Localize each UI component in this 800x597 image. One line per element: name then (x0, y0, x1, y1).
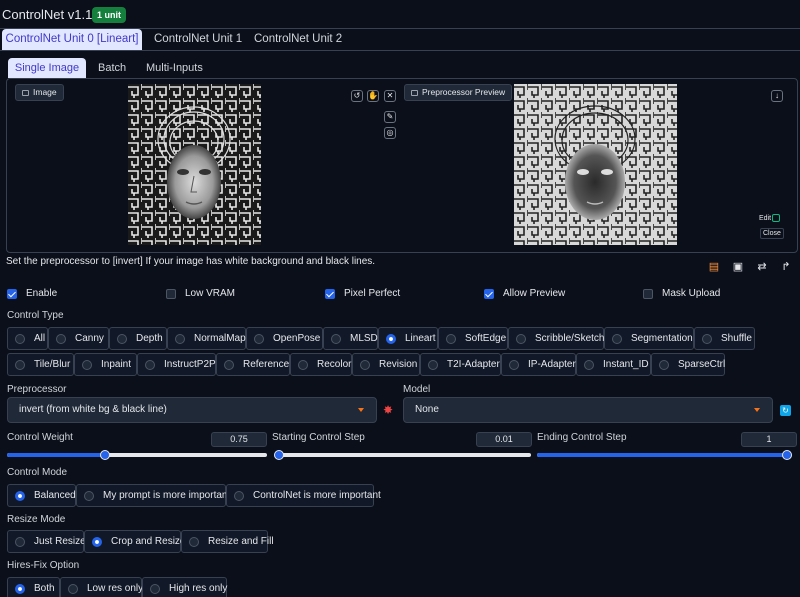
preprocessor-preview-image (514, 84, 677, 245)
control-type-scribble[interactable]: Scribble/Sketch (508, 327, 604, 350)
tab-single-image[interactable]: Single Image (8, 58, 86, 78)
pixel-perfect-checkbox[interactable]: Pixel Perfect (325, 288, 400, 300)
model-label: Model (403, 384, 431, 395)
edit-button[interactable]: Edit (759, 214, 781, 222)
input-image[interactable] (128, 84, 261, 245)
control-type-instant-id[interactable]: Instant_ID (576, 353, 651, 376)
tab-unit-1[interactable]: ControlNet Unit 1 (154, 29, 242, 50)
slider-thumb[interactable] (100, 450, 110, 460)
control-type-segmentation[interactable]: Segmentation (604, 327, 694, 350)
image-icon (22, 89, 29, 96)
control-type-revision[interactable]: Revision (352, 353, 420, 376)
control-type-depth[interactable]: Depth (109, 327, 167, 350)
preprocessor-dropdown[interactable]: invert (from white bg & black line) (7, 397, 377, 423)
hires-fix-high-res[interactable]: High res only (142, 577, 227, 597)
control-type-ip-adapter[interactable]: IP-Adapter (501, 353, 576, 376)
control-type-lineart[interactable]: Lineart (378, 327, 438, 350)
control-type-all[interactable]: All (7, 327, 48, 350)
control-weight-slider[interactable] (7, 450, 267, 460)
hand-icon[interactable]: ✋ (367, 90, 379, 102)
resize-mode-resize-and-fill[interactable]: Resize and Fill (181, 530, 274, 553)
refresh-models-icon[interactable]: ↻ (780, 405, 791, 416)
chevron-down-icon (754, 408, 760, 412)
control-mode-controlnet[interactable]: ControlNet is more important (226, 484, 381, 507)
close-icon[interactable]: ✕ (384, 90, 396, 102)
control-type-normalmap[interactable]: NormalMap (167, 327, 246, 350)
mask-upload-checkbox[interactable]: Mask Upload (643, 288, 720, 300)
control-type-tile-blur[interactable]: Tile/Blur (7, 353, 74, 376)
hires-fix-label: Hires-Fix Option (7, 560, 80, 571)
starting-step-label: Starting Control Step (272, 432, 365, 443)
hires-fix-low-res[interactable]: Low res only (60, 577, 143, 597)
unit-tabs-divider (0, 50, 800, 51)
hires-fix-both[interactable]: Both (7, 577, 60, 597)
ending-step-slider[interactable] (537, 450, 792, 460)
resize-mode-crop-and-resize[interactable]: Crop and Resize (84, 530, 185, 553)
control-type-sparsectrl[interactable]: SparseCtrl (651, 353, 725, 376)
starting-step-input[interactable]: 0.01 (476, 432, 532, 447)
control-type-inpaint[interactable]: Inpaint (74, 353, 137, 376)
tab-multi-inputs[interactable]: Multi-Inputs (146, 58, 203, 78)
webcam-icon[interactable]: ▣ (732, 261, 744, 273)
control-weight-label: Control Weight (7, 432, 73, 443)
swap-icon[interactable]: ⇄ (756, 261, 768, 273)
control-type-t2i-adapter[interactable]: T2I-Adapter (420, 353, 501, 376)
resize-mode-label: Resize Mode (7, 514, 66, 525)
control-type-canny[interactable]: Canny (48, 327, 109, 350)
brush-icon[interactable]: ✎ (384, 111, 396, 123)
control-type-softedge[interactable]: SoftEdge (438, 327, 508, 350)
control-type-instructp2p[interactable]: InstructP2P (137, 353, 216, 376)
preprocessor-preview-label: Preprocessor Preview (404, 84, 513, 101)
enable-checkbox[interactable]: Enable (7, 288, 57, 300)
preprocessor-hint: Set the preprocessor to [invert] If your… (6, 256, 376, 267)
image-icon (411, 89, 418, 96)
unit-count-badge: 1 unit (92, 7, 126, 23)
control-mode-label: Control Mode (7, 467, 68, 478)
image-label: Image (15, 84, 64, 101)
download-icon[interactable]: ↓ (771, 90, 783, 102)
slider-thumb[interactable] (782, 450, 792, 460)
edit-icon (772, 214, 781, 222)
close-button[interactable]: Close (760, 228, 784, 239)
reset-icon[interactable]: ↺ (351, 90, 363, 102)
preprocessor-label: Preprocessor (7, 384, 67, 395)
allow-preview-checkbox[interactable]: Allow Preview (484, 288, 565, 300)
image-panel (6, 78, 798, 253)
control-mode-prompt[interactable]: My prompt is more important (76, 484, 230, 507)
control-type-label: Control Type (7, 310, 64, 321)
control-type-mlsd[interactable]: MLSD (323, 327, 378, 350)
low-vram-checkbox[interactable]: Low VRAM (166, 288, 235, 300)
slider-thumb[interactable] (274, 450, 284, 460)
resize-mode-just-resize[interactable]: Just Resize (7, 530, 86, 553)
tab-unit-0[interactable]: ControlNet Unit 0 [Lineart] (2, 29, 142, 50)
control-weight-input[interactable]: 0.75 (211, 432, 267, 447)
camera-icon[interactable]: ◎ (384, 127, 396, 139)
starting-step-slider[interactable] (274, 450, 531, 460)
new-canvas-icon[interactable]: ▤ (708, 261, 720, 273)
control-type-reference[interactable]: Reference (216, 353, 290, 376)
ending-step-label: Ending Control Step (537, 432, 627, 443)
control-mode-balanced[interactable]: Balanced (7, 484, 76, 507)
chevron-down-icon (358, 408, 364, 412)
control-type-openpose[interactable]: OpenPose (246, 327, 323, 350)
tab-unit-2[interactable]: ControlNet Unit 2 (254, 29, 342, 50)
model-dropdown[interactable]: None (403, 397, 773, 423)
tab-batch[interactable]: Batch (98, 58, 126, 78)
control-type-recolor[interactable]: Recolor (290, 353, 352, 376)
send-dimensions-icon[interactable]: ↱ (780, 261, 792, 273)
ending-step-input[interactable]: 1 (741, 432, 797, 447)
control-type-shuffle[interactable]: Shuffle (694, 327, 755, 350)
run-preprocessor-icon[interactable]: ✸ (383, 403, 393, 417)
